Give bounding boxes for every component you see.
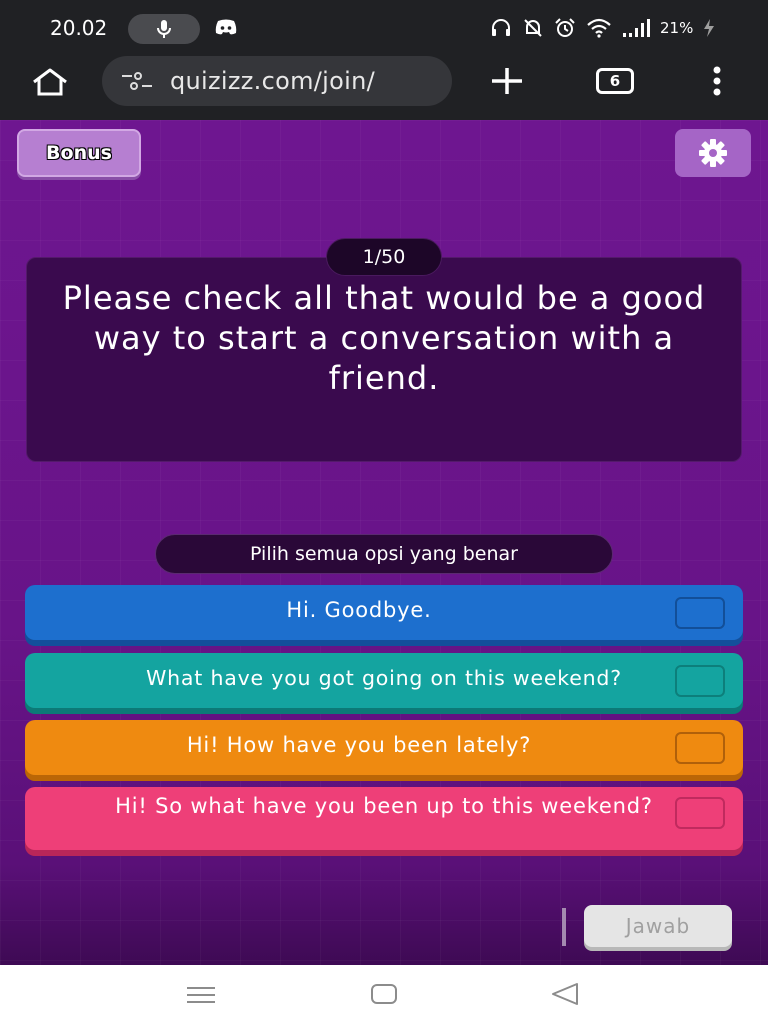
back-icon[interactable] — [550, 982, 580, 1006]
answer-option-3[interactable]: Hi! How have you been lately? — [25, 720, 743, 775]
system-navigation-bar — [0, 965, 768, 1024]
submit-answer-button[interactable]: Jawab — [584, 905, 732, 947]
answer-checkbox[interactable] — [675, 732, 725, 764]
charging-icon — [704, 19, 715, 37]
tab-switcher-button[interactable]: 6 — [596, 68, 634, 94]
site-info-icon[interactable] — [120, 71, 154, 91]
divider — [562, 908, 566, 946]
new-tab-icon[interactable] — [490, 66, 524, 96]
answer-checkbox[interactable] — [675, 665, 725, 697]
answer-option-label: Hi. Goodbye. — [286, 598, 432, 622]
recent-apps-icon[interactable] — [186, 985, 216, 1005]
instruction-hint: Pilih semua opsi yang benar — [155, 534, 613, 574]
question-counter: 1/50 — [326, 238, 442, 276]
address-bar[interactable]: quizizz.com/join/ — [102, 56, 452, 106]
answer-option-2[interactable]: What have you got going on this weekend? — [25, 653, 743, 708]
answer-option-1[interactable]: Hi. Goodbye. — [25, 585, 743, 640]
answer-option-label: Hi! How have you been lately? — [186, 733, 532, 757]
headphones-icon — [492, 19, 510, 36]
signal-icon — [623, 19, 650, 37]
question-text: Please check all that would be a good wa… — [62, 279, 706, 397]
answer-option-4[interactable]: Hi! So what have you been up to this wee… — [25, 787, 743, 850]
battery-level: 21% — [660, 19, 694, 37]
mic-indicator — [128, 14, 200, 44]
status-time: 20.02 — [50, 16, 108, 40]
more-icon[interactable] — [708, 66, 726, 96]
answer-option-label: What have you got going on this weekend? — [146, 666, 622, 690]
gear-icon — [699, 139, 727, 167]
bonus-button[interactable]: Bonus — [17, 129, 141, 177]
discord-icon — [215, 19, 237, 35]
answer-checkbox[interactable] — [675, 597, 725, 629]
answer-checkbox[interactable] — [675, 797, 725, 829]
mute-icon — [524, 19, 542, 37]
settings-button[interactable] — [675, 129, 751, 177]
answer-option-label: Hi! So what have you been up to this wee… — [115, 794, 653, 818]
status-bar: 20.02 21% — [0, 0, 768, 56]
home-nav-icon[interactable] — [370, 983, 398, 1005]
wifi-icon — [587, 18, 611, 38]
browser-toolbar: quizizz.com/join/ 6 — [0, 56, 768, 120]
microphone-icon — [157, 20, 171, 38]
quiz-screen: Bonus 1/50 Please check all that would b… — [0, 120, 768, 965]
url-text[interactable]: quizizz.com/join/ — [170, 67, 375, 95]
home-icon[interactable] — [30, 67, 70, 97]
alarm-icon — [555, 18, 575, 37]
